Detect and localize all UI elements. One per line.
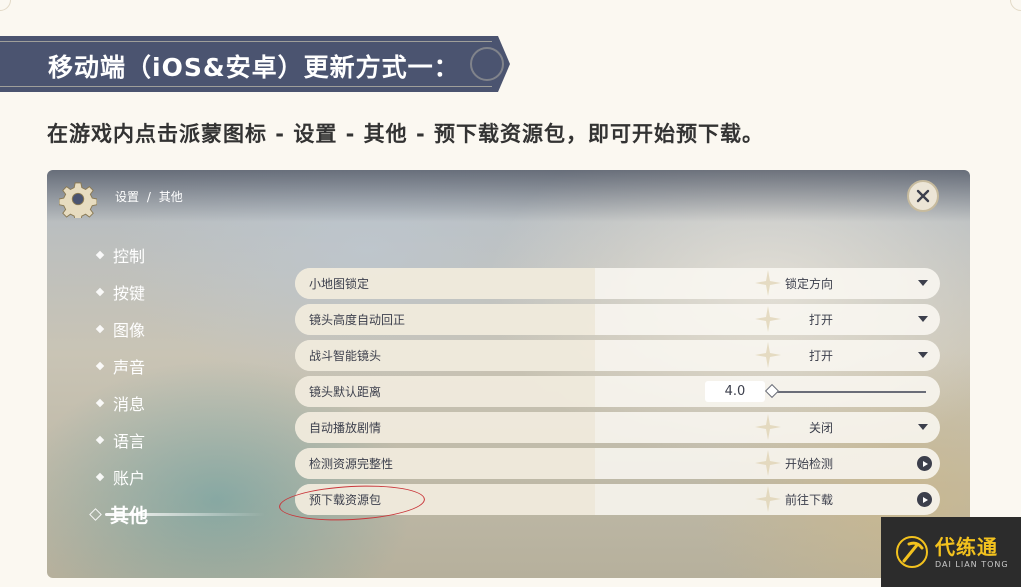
bullet-icon [89, 507, 102, 521]
go-arrow-icon[interactable] [917, 456, 932, 471]
bullet-icon [95, 398, 105, 408]
setting-value: 打开 [808, 313, 833, 327]
setting-row-check-resource-integrity[interactable]: 检测资源完整性 开始检测 [295, 448, 940, 479]
sidebar-item-controls[interactable]: 控制 [95, 240, 146, 270]
setting-row-minimap-lock[interactable]: 小地图锁定 锁定方向 [295, 268, 940, 299]
gear-icon [59, 182, 97, 218]
setting-row-camera-distance: 镜头默认距离 4.0 [295, 376, 940, 407]
sidebar-item-label: 语言 [113, 432, 146, 451]
bullet-icon [95, 435, 105, 445]
breadcrumb-parent[interactable]: 设置 [115, 190, 139, 204]
slider-value: 4.0 [705, 381, 765, 402]
sidebar-item-messages[interactable]: 消息 [95, 388, 146, 418]
close-icon [916, 189, 930, 203]
setting-label: 镜头默认距离 [309, 385, 382, 399]
pickaxe-logo-icon [896, 536, 928, 568]
sidebar-item-account[interactable]: 账户 [95, 462, 146, 492]
sidebar-item-keys[interactable]: 按键 [95, 277, 146, 307]
breadcrumb-current: 其他 [158, 190, 183, 204]
close-button[interactable] [907, 180, 939, 212]
slider-track[interactable] [771, 391, 926, 393]
sidebar-item-audio[interactable]: 声音 [95, 351, 146, 381]
sidebar-item-graphics[interactable]: 图像 [95, 314, 146, 344]
top-bar [47, 170, 970, 222]
logo-name-cn: 代练通 [935, 534, 998, 559]
bullet-icon [95, 324, 105, 334]
dropdown-arrow-icon[interactable] [918, 280, 928, 286]
active-item-glow [105, 513, 265, 516]
breadcrumb: 设置 / 其他 [113, 188, 185, 205]
dropdown-arrow-icon[interactable] [918, 424, 928, 430]
slider-handle[interactable] [764, 383, 780, 399]
go-arrow-icon[interactable] [917, 492, 932, 507]
sidebar-item-label: 消息 [113, 395, 146, 414]
instruction-text: 在游戏内点击派蒙图标 - 设置 - 其他 - 预下载资源包，即可开始预下载。 [47, 122, 765, 146]
sidebar-item-label: 声音 [113, 358, 146, 377]
bullet-icon [95, 361, 105, 371]
dropdown-arrow-icon[interactable] [918, 316, 928, 322]
page-corner-ornament-left [0, 0, 11, 11]
bullet-icon [95, 250, 105, 260]
game-settings-screenshot: 设置 / 其他 控制 按键 图像 声音 消息 语言 账户 小地图锁定 锁定方向 … [47, 170, 970, 578]
page-title: 移动端（iOS&安卓）更新方式一： [48, 53, 460, 82]
sidebar-item-label: 控制 [113, 247, 146, 266]
sidebar-item-language[interactable]: 语言 [95, 425, 146, 455]
sidebar-item-label: 按键 [113, 284, 146, 303]
logo-name-en: DAI LIAN TONG [935, 559, 1009, 569]
bullet-icon [95, 287, 105, 297]
setting-value: 开始检测 [784, 457, 833, 471]
bullet-icon [95, 472, 105, 482]
sidebar-item-label: 账户 [113, 469, 146, 488]
page-corner-ornament-right [1010, 0, 1021, 11]
setting-row-camera-height-reset[interactable]: 镜头高度自动回正 打开 [295, 304, 940, 335]
watermark-logo: 代练通 DAI LIAN TONG [881, 517, 1021, 587]
sidebar-item-label: 图像 [113, 321, 146, 340]
breadcrumb-separator: / [146, 190, 151, 204]
setting-value: 关闭 [808, 421, 833, 435]
setting-row-auto-play-story[interactable]: 自动播放剧情 关闭 [295, 412, 940, 443]
banner-ornament [470, 47, 504, 81]
setting-value: 锁定方向 [784, 277, 833, 291]
setting-row-smart-combat-camera[interactable]: 战斗智能镜头 打开 [295, 340, 940, 371]
dropdown-arrow-icon[interactable] [918, 352, 928, 358]
setting-value: 前往下载 [784, 493, 833, 507]
setting-value: 打开 [808, 349, 833, 363]
